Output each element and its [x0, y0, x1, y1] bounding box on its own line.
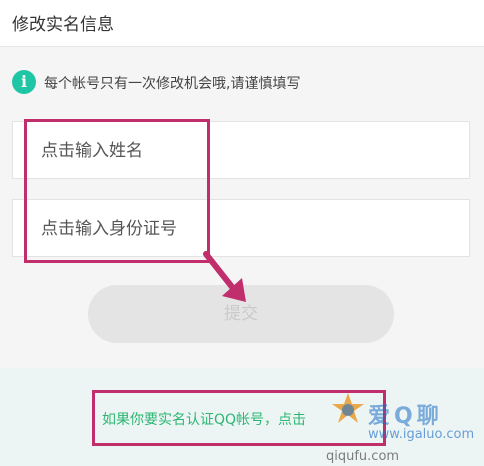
- header-bar: 修改实名信息: [0, 0, 484, 47]
- watermark-url: www.igaluo.com: [368, 427, 475, 442]
- watermark-domain: qiqufu.com: [326, 449, 400, 464]
- page-title: 修改实名信息: [12, 15, 114, 35]
- notice-text: 每个帐号只有一次修改机会哦,请谨慎填写: [44, 76, 301, 92]
- highlight-box-inputs: [24, 119, 210, 263]
- watermark-text: 爱Q聊: [368, 404, 443, 429]
- annotation-arrow-icon: [203, 251, 246, 302]
- watermark-logo-icon: [332, 393, 364, 423]
- info-icon: i: [12, 70, 36, 94]
